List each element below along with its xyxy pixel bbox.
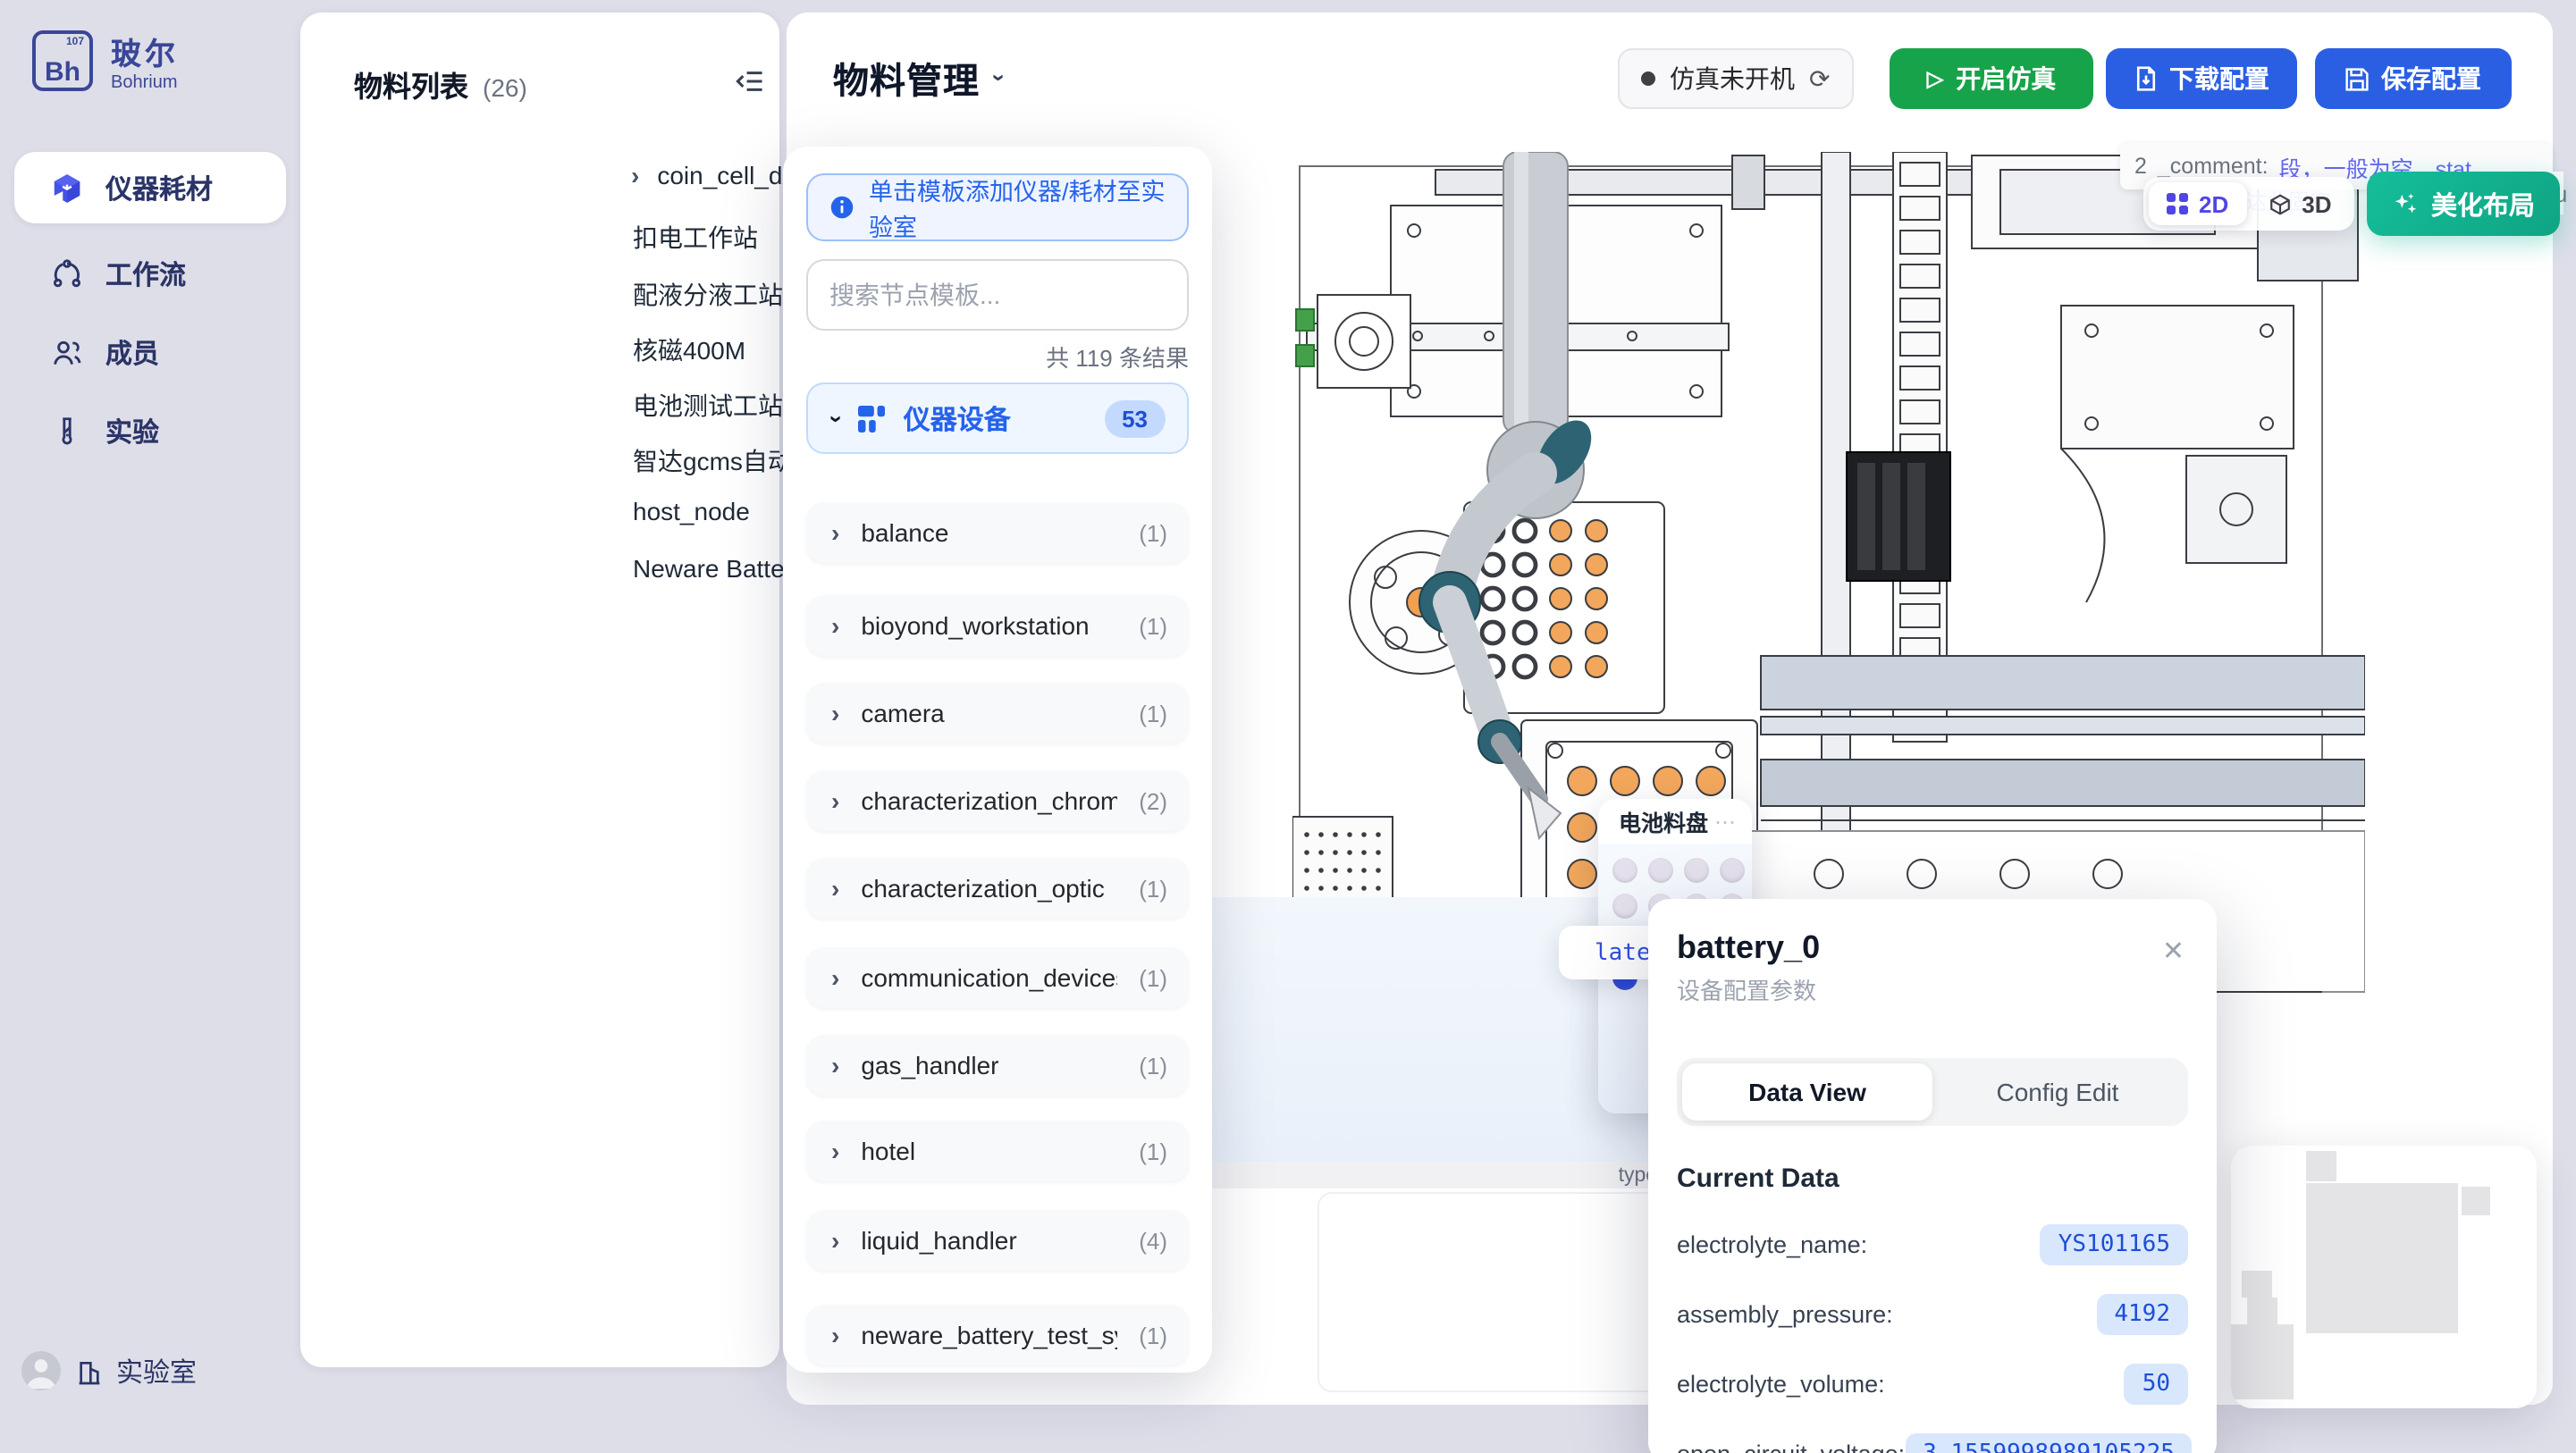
- palette-hint-banner: 单击模板添加仪器/耗材至实验室: [806, 173, 1189, 241]
- tray-slot[interactable]: [1684, 858, 1709, 883]
- download-config-button[interactable]: 下载配置: [2106, 48, 2297, 109]
- category-instruments[interactable]: › 仪器设备 53: [806, 382, 1189, 454]
- simulation-status-pill[interactable]: 仿真未开机 ⟳: [1618, 48, 1853, 109]
- building-icon: [75, 1357, 104, 1386]
- material-list-panel: 物料列表 (26) › coin_cell_deck 扣电工作站 配液分液工站 …: [300, 13, 779, 1367]
- value-chip: 4192: [2096, 1293, 2188, 1334]
- save-icon: [2345, 67, 2369, 90]
- material-list-count: (26): [483, 73, 527, 102]
- template-balance[interactable]: ›balance(1): [806, 502, 1189, 563]
- sparkles-icon: [2392, 190, 2419, 217]
- save-config-button[interactable]: 保存配置: [2315, 48, 2512, 109]
- material-item[interactable]: host_node: [633, 497, 750, 525]
- sidebar-item-members[interactable]: 成员: [14, 316, 286, 388]
- workflow-icon: [50, 256, 84, 290]
- material-item[interactable]: 配液分液工站: [633, 277, 783, 313]
- cube-icon: [50, 171, 84, 205]
- category-grid-icon: [859, 405, 886, 432]
- chevron-right-icon[interactable]: ›: [631, 161, 639, 189]
- sidebar-item-experiments[interactable]: 实验: [14, 395, 286, 466]
- more-menu-icon[interactable]: ⋯: [1714, 809, 1738, 834]
- testtube-icon: [50, 414, 84, 448]
- app-logo: 107 Bh 玻尔 Bohrium: [32, 29, 179, 93]
- toggle-3d[interactable]: 3D: [2250, 182, 2349, 225]
- page-title: 物料管理: [833, 52, 980, 104]
- template-search-input[interactable]: [806, 259, 1189, 331]
- lab-switcher[interactable]: 实验室: [75, 1353, 197, 1390]
- sidebar: 107 Bh 玻尔 Bohrium 仪器耗材 工作流 成员: [0, 0, 300, 1453]
- collapse-panel-icon[interactable]: [735, 66, 765, 97]
- value-chip: YS101165: [2041, 1223, 2188, 1264]
- members-icon: [50, 335, 84, 369]
- material-item[interactable]: 电池测试工站: [633, 388, 783, 424]
- refresh-icon[interactable]: ⟳: [1809, 63, 1830, 94]
- value-chip: 3.1559998989105225: [1905, 1432, 2193, 1453]
- brand-name-en: Bohrium: [111, 73, 179, 93]
- type-bar: type: Coi: [1144, 1162, 1720, 1188]
- brand-name-zh: 玻尔: [111, 29, 179, 73]
- toggle-2d[interactable]: 2D: [2149, 182, 2246, 225]
- play-icon: ▷: [1927, 66, 1943, 91]
- main-header: 物料管理 › 仿真未开机 ⟳ ▷ 开启仿真 下载配置 保存配置: [787, 13, 2553, 141]
- view-mode-toggle: 2D 3D: [2143, 177, 2355, 231]
- template-palette-panel: 单击模板添加仪器/耗材至实验室 共 119 条结果 › 仪器设备 53 ›bal…: [783, 147, 1212, 1373]
- chevron-down-icon[interactable]: ›: [986, 74, 1013, 82]
- user-avatar[interactable]: [21, 1351, 61, 1390]
- value-chip: 50: [2125, 1363, 2188, 1404]
- sidebar-item-label: 实验: [105, 412, 159, 449]
- current-data-heading: Current Data: [1677, 1163, 1839, 1194]
- close-icon[interactable]: ✕: [2162, 935, 2185, 967]
- grid-2d-icon: [2167, 193, 2188, 214]
- material-item[interactable]: 扣电工作站: [633, 220, 758, 256]
- template-bioyond-workstation[interactable]: ›bioyond_workstation(1): [806, 595, 1189, 656]
- sidebar-item-label: 仪器耗材: [105, 169, 213, 206]
- data-row: electrolyte_volume: 50: [1677, 1356, 2188, 1410]
- data-row: assembly_pressure: 4192: [1677, 1287, 2188, 1340]
- popup-title: battery_0: [1677, 929, 1820, 967]
- download-doc-icon: [2134, 66, 2157, 91]
- sidebar-item-label: 工作流: [105, 255, 186, 292]
- canvas-subcard: [1317, 1192, 1693, 1392]
- tab-data-view[interactable]: Data View: [1682, 1063, 1932, 1121]
- template-camera[interactable]: ›camera(1): [806, 683, 1189, 743]
- tray-title: 电池料盘: [1612, 804, 1714, 838]
- tray-slot[interactable]: [1720, 858, 1745, 883]
- material-item[interactable]: 核磁400M: [633, 332, 745, 368]
- start-simulation-button[interactable]: ▷ 开启仿真: [1890, 48, 2093, 109]
- template-hotel[interactable]: ›hotel(1): [806, 1121, 1189, 1181]
- status-label: 仿真未开机: [1670, 61, 1795, 97]
- sidebar-item-workflow[interactable]: 工作流: [14, 238, 286, 309]
- minimap[interactable]: [2231, 1146, 2537, 1408]
- template-communication-devices[interactable]: ›communication_devices(1): [806, 947, 1189, 1008]
- data-row: electrolyte_name: YS101165: [1677, 1217, 2188, 1271]
- template-liquid-handler[interactable]: ›liquid_handler(4): [806, 1210, 1189, 1271]
- material-list-title: 物料列表: [354, 63, 468, 105]
- template-characterization-optic[interactable]: ›characterization_optic(1): [806, 858, 1189, 919]
- template-gas-handler[interactable]: ›gas_handler(1): [806, 1035, 1189, 1096]
- logo-bh-icon: 107 Bh: [32, 30, 93, 91]
- info-icon: [829, 195, 854, 220]
- popup-tabs: Data View Config Edit: [1677, 1058, 2188, 1126]
- lab-switcher-label: 实验室: [116, 1353, 197, 1390]
- tab-config-edit[interactable]: Config Edit: [1932, 1063, 2183, 1121]
- chevron-down-icon: ›: [823, 415, 850, 423]
- template-characterization-chromatic[interactable]: ›characterization_chromatic(2): [806, 770, 1189, 831]
- category-count-badge: 53: [1104, 399, 1166, 437]
- tray-slot[interactable]: [1648, 858, 1673, 883]
- cube-3d-icon: [2268, 192, 2291, 215]
- device-config-popup: battery_0 设备配置参数 ✕ Data View Config Edit…: [1648, 899, 2217, 1453]
- beautify-layout-button[interactable]: 美化布局: [2367, 172, 2560, 236]
- tray-slot[interactable]: [1612, 858, 1637, 883]
- sidebar-item-label: 成员: [105, 333, 159, 371]
- sidebar-item-instruments[interactable]: 仪器耗材: [14, 152, 286, 223]
- tray-slot[interactable]: [1612, 894, 1637, 919]
- data-row: open_circuit_voltage: 3.1559998989105225: [1677, 1426, 2188, 1453]
- status-dot-icon: [1641, 71, 1655, 86]
- template-neware-battery-test-system[interactable]: ›neware_battery_test_system(1): [806, 1305, 1189, 1365]
- result-count: 共 119 条结果: [806, 340, 1189, 374]
- popup-subtitle: 设备配置参数: [1677, 972, 1820, 1006]
